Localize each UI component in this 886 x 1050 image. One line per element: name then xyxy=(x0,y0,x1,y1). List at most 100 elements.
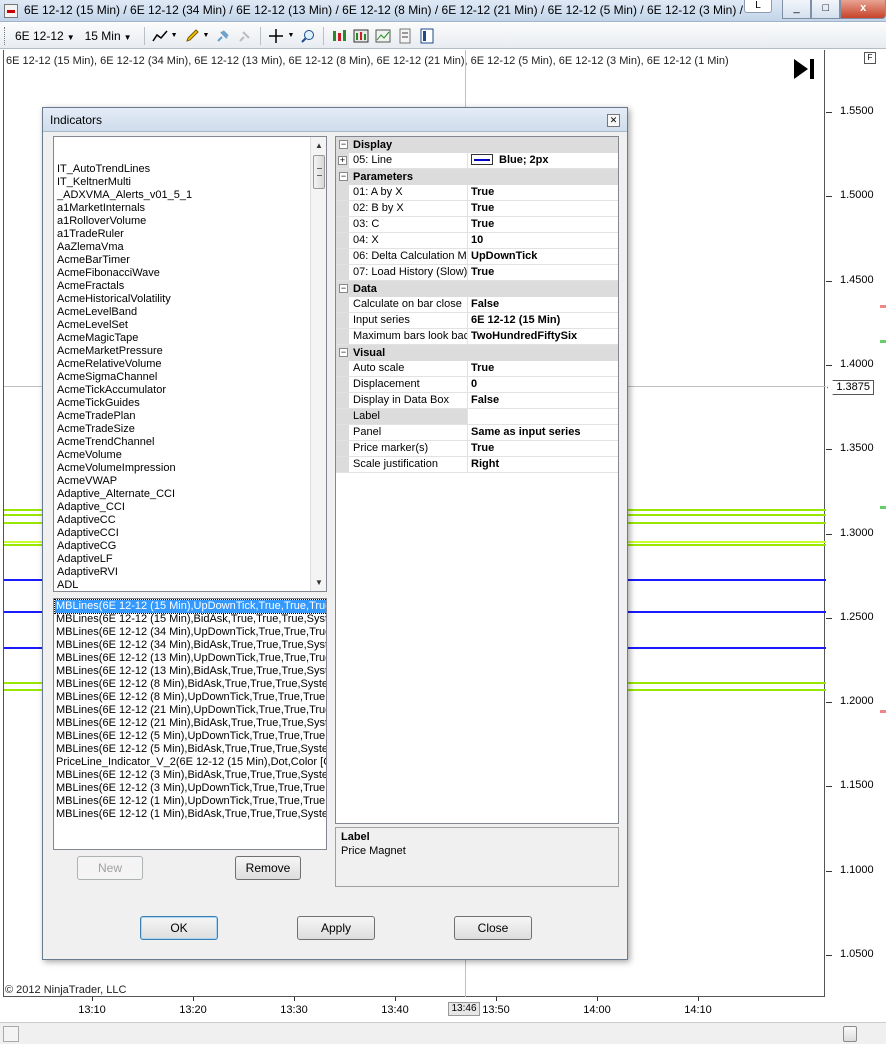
applied-indicator-item[interactable]: MBLines(6E 12-12 (13 Min),UpDownTick,Tru… xyxy=(55,652,326,665)
property-grid[interactable]: − Display +05: Line Blue; 2px − Parameters 01:… xyxy=(335,136,619,824)
line-draw-icon[interactable] xyxy=(151,27,169,45)
indicator-list-item[interactable]: AcmeLevelSet xyxy=(56,319,308,332)
applied-indicators-list[interactable]: MBLines(6E 12-12 (15 Min),UpDownTick,Tru… xyxy=(53,598,327,850)
indicator-list-item[interactable]: AcmeTrendChannel xyxy=(56,436,308,449)
property-row[interactable]: Maximum bars look bac TwoHundredFiftySix xyxy=(336,329,618,345)
indicator-list-item[interactable]: AcmeHistoricalVolatility xyxy=(56,293,308,306)
indicator-list-item[interactable]: AcmeMagicTape xyxy=(56,332,308,345)
property-row[interactable]: 01: A by X True xyxy=(336,185,618,201)
property-category-display[interactable]: − Display xyxy=(336,137,618,153)
indicator-list-item[interactable]: AcmeTradeSize xyxy=(56,423,308,436)
expand-icon[interactable]: + xyxy=(338,156,347,165)
instrument-selector[interactable]: 6E 12-12 ▼ xyxy=(13,27,77,45)
indicator-icon[interactable] xyxy=(330,27,348,45)
applied-indicator-item[interactable]: MBLines(6E 12-12 (1 Min),UpDownTick,True… xyxy=(55,795,326,808)
indicator-list-item[interactable]: AcmeRelativeVolume xyxy=(56,358,308,371)
dialog-close-icon[interactable]: ✕ xyxy=(607,114,620,127)
property-row[interactable]: Label xyxy=(336,409,618,425)
indicator-list-item[interactable]: AcmeMarketPressure xyxy=(56,345,308,358)
property-row[interactable]: Auto scale True xyxy=(336,361,618,377)
indicator-list-item[interactable]: AcmeVolumeImpression xyxy=(56,462,308,475)
chart-horizontal-scrollbar[interactable] xyxy=(0,1022,886,1044)
property-value[interactable]: TwoHundredFiftySix xyxy=(468,329,618,344)
available-list-scrollbar[interactable]: ▲ ▼ xyxy=(310,137,326,591)
property-row[interactable]: Price marker(s) True xyxy=(336,441,618,457)
property-row[interactable]: Calculate on bar close False xyxy=(336,297,618,313)
property-value[interactable]: Right xyxy=(468,457,618,472)
indicator-list-item[interactable]: IT_AutoTrendLines xyxy=(56,163,308,176)
property-value[interactable]: True xyxy=(468,441,618,456)
indicator-list-item[interactable]: AcmeTradePlan xyxy=(56,410,308,423)
applied-indicator-item[interactable]: MBLines(6E 12-12 (5 Min),BidAsk,True,Tru… xyxy=(55,743,326,756)
property-value[interactable]: True xyxy=(468,217,618,232)
zoom-icon[interactable] xyxy=(299,27,317,45)
property-row[interactable]: 03: C True xyxy=(336,217,618,233)
collapse-icon[interactable]: − xyxy=(339,140,348,149)
applied-indicator-item[interactable]: MBLines(6E 12-12 (15 Min),BidAsk,True,Tr… xyxy=(55,613,326,626)
applied-indicator-item[interactable]: MBLines(6E 12-12 (1 Min),BidAsk,True,Tru… xyxy=(55,808,326,821)
applied-indicator-item[interactable]: MBLines(6E 12-12 (5 Min),UpDownTick,True… xyxy=(55,730,326,743)
property-value[interactable]: 10 xyxy=(468,233,618,248)
property-value[interactable]: True xyxy=(468,185,618,200)
indicator-list-item[interactable]: ADL xyxy=(56,579,308,591)
applied-indicator-item[interactable]: MBLines(6E 12-12 (21 Min),BidAsk,True,Tr… xyxy=(55,717,326,730)
scroll-down-icon[interactable]: ▼ xyxy=(311,574,326,591)
pencil-icon[interactable] xyxy=(183,27,201,45)
apply-button[interactable]: Apply xyxy=(297,916,375,940)
indicator-list-item[interactable]: AcmeSigmaChannel xyxy=(56,371,308,384)
indicator-list-item[interactable]: AdaptiveCCI xyxy=(56,527,308,540)
applied-indicator-item[interactable]: MBLines(6E 12-12 (13 Min),BidAsk,True,Tr… xyxy=(55,665,326,678)
indicator-list-item[interactable]: _ADXVMA_Alerts_v01_5_1 xyxy=(56,189,308,202)
property-row[interactable]: Panel Same as input series xyxy=(336,425,618,441)
indicator-list-item[interactable]: a1TradeRuler xyxy=(56,228,308,241)
applied-indicator-item[interactable]: MBLines(6E 12-12 (15 Min),UpDownTick,Tru… xyxy=(54,599,326,614)
chevron-down-icon[interactable]: ▼ xyxy=(287,32,294,39)
interval-selector[interactable]: 15 Min ▼ xyxy=(83,27,134,45)
indicator-list-item[interactable]: AcmeLevelBand xyxy=(56,306,308,319)
property-category-visual[interactable]: − Visual xyxy=(336,345,618,361)
property-value[interactable] xyxy=(468,409,618,424)
indicator-list-item[interactable]: a1RolloverVolume xyxy=(56,215,308,228)
ok-button[interactable]: OK xyxy=(140,916,218,940)
available-indicators-list[interactable]: IT_AutoTrendLines IT_KeltnerMulti _ADXVMA_… xyxy=(53,136,327,592)
property-value[interactable]: 6E 12-12 (15 Min) xyxy=(468,313,618,328)
data-box-icon[interactable] xyxy=(396,27,414,45)
applied-indicator-item[interactable]: MBLines(6E 12-12 (34 Min),BidAsk,True,Tr… xyxy=(55,639,326,652)
indicator-list-item[interactable]: AdaptiveRVI xyxy=(56,566,308,579)
property-row[interactable]: 07: Load History (Slow) True xyxy=(336,265,618,281)
scrollbar-thumb[interactable] xyxy=(313,155,325,189)
chevron-down-icon[interactable]: ▼ xyxy=(203,32,210,39)
indicator-list-item[interactable]: AcmeBarTimer xyxy=(56,254,308,267)
collapse-icon[interactable]: − xyxy=(339,172,348,181)
property-value[interactable]: True xyxy=(468,201,618,216)
property-row[interactable]: Scale justification Right xyxy=(336,457,618,473)
indicator-list-item[interactable]: AcmeTickAccumulator xyxy=(56,384,308,397)
new-button[interactable]: New xyxy=(77,856,143,880)
property-row[interactable]: +05: Line Blue; 2px xyxy=(336,153,618,169)
collapse-icon[interactable]: − xyxy=(339,348,348,357)
indicator-list-item[interactable]: AcmeVolume xyxy=(56,449,308,462)
scrollbar-thumb[interactable] xyxy=(843,1026,857,1042)
applied-indicator-item[interactable]: MBLines(6E 12-12 (21 Min),UpDownTick,Tru… xyxy=(55,704,326,717)
toolbar-grip[interactable] xyxy=(4,26,7,45)
scroll-up-icon[interactable]: ▲ xyxy=(311,137,326,154)
indicator-list-item[interactable]: IT_KeltnerMulti xyxy=(56,176,308,189)
applied-indicator-item[interactable]: MBLines(6E 12-12 (3 Min),UpDownTick,True… xyxy=(55,782,326,795)
indicator-list-item[interactable]: AcmeFractals xyxy=(56,280,308,293)
indicator-list-item[interactable]: AaZlemaVma xyxy=(56,241,308,254)
scroll-left-button[interactable] xyxy=(3,1026,19,1042)
chart-style-icon[interactable] xyxy=(374,27,392,45)
indicator-list-item[interactable] xyxy=(56,137,308,150)
property-category-parameters[interactable]: − Parameters xyxy=(336,169,618,185)
properties-icon[interactable] xyxy=(418,27,436,45)
indicator-list-item[interactable]: AdaptiveCC xyxy=(56,514,308,527)
indicator-list-item[interactable]: Adaptive_Alternate_CCI xyxy=(56,488,308,501)
property-category-data[interactable]: − Data xyxy=(336,281,618,297)
property-value[interactable]: Same as input series xyxy=(468,425,618,440)
close-window-button[interactable]: x xyxy=(840,0,886,19)
property-row[interactable]: Displacement 0 xyxy=(336,377,618,393)
chevron-down-icon[interactable]: ▼ xyxy=(171,32,178,39)
close-button[interactable]: Close xyxy=(454,916,532,940)
maximize-button[interactable]: □ xyxy=(811,0,841,19)
property-row[interactable]: 06: Delta Calculation M UpDownTick xyxy=(336,249,618,265)
